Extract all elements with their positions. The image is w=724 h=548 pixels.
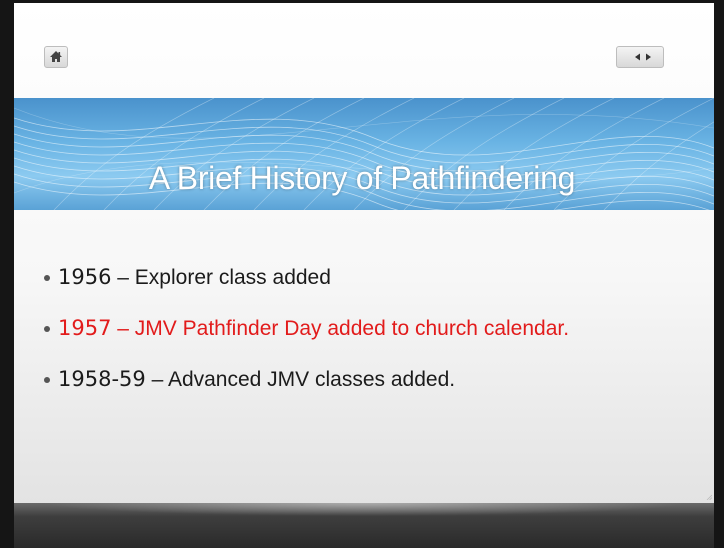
bullet-text: – Explorer class added xyxy=(111,266,331,289)
bottom-bar-shine xyxy=(14,503,714,517)
list-item: 1956 – Explorer class added xyxy=(44,262,674,293)
list-item: 1958-59 – Advanced JMV classes added. xyxy=(44,364,674,395)
bullet-dot-icon xyxy=(44,275,50,281)
resize-grip-icon xyxy=(706,494,712,500)
bullet-list: 1956 – Explorer class added 1957 – JMV P… xyxy=(44,262,674,415)
bullet-dot-icon xyxy=(44,326,50,332)
slide-canvas xyxy=(14,3,714,503)
bullet-dot-icon xyxy=(44,377,50,383)
home-button[interactable] xyxy=(44,46,68,68)
slide-bottom-bar xyxy=(14,503,714,548)
bullet-text: – Advanced JMV classes added. xyxy=(145,368,456,391)
bullet-text: – JMV Pathfinder Day added to church cal… xyxy=(111,317,570,340)
bullet-year: 1958-59 xyxy=(58,367,146,391)
slide-nav-arrows[interactable] xyxy=(616,46,664,68)
slide-title: A Brief History of Pathfindering xyxy=(148,160,576,196)
prev-arrow-icon[interactable] xyxy=(635,53,640,61)
nav-arrows-glyph xyxy=(635,53,651,61)
next-arrow-icon[interactable] xyxy=(646,53,651,61)
home-icon xyxy=(50,51,62,62)
list-item: 1957 – JMV Pathfinder Day added to churc… xyxy=(44,313,674,344)
bullet-year: 1957 xyxy=(58,316,112,340)
slide-frame: A Brief History of Pathfindering 1956 – … xyxy=(0,0,724,548)
bullet-year: 1956 xyxy=(58,265,112,289)
